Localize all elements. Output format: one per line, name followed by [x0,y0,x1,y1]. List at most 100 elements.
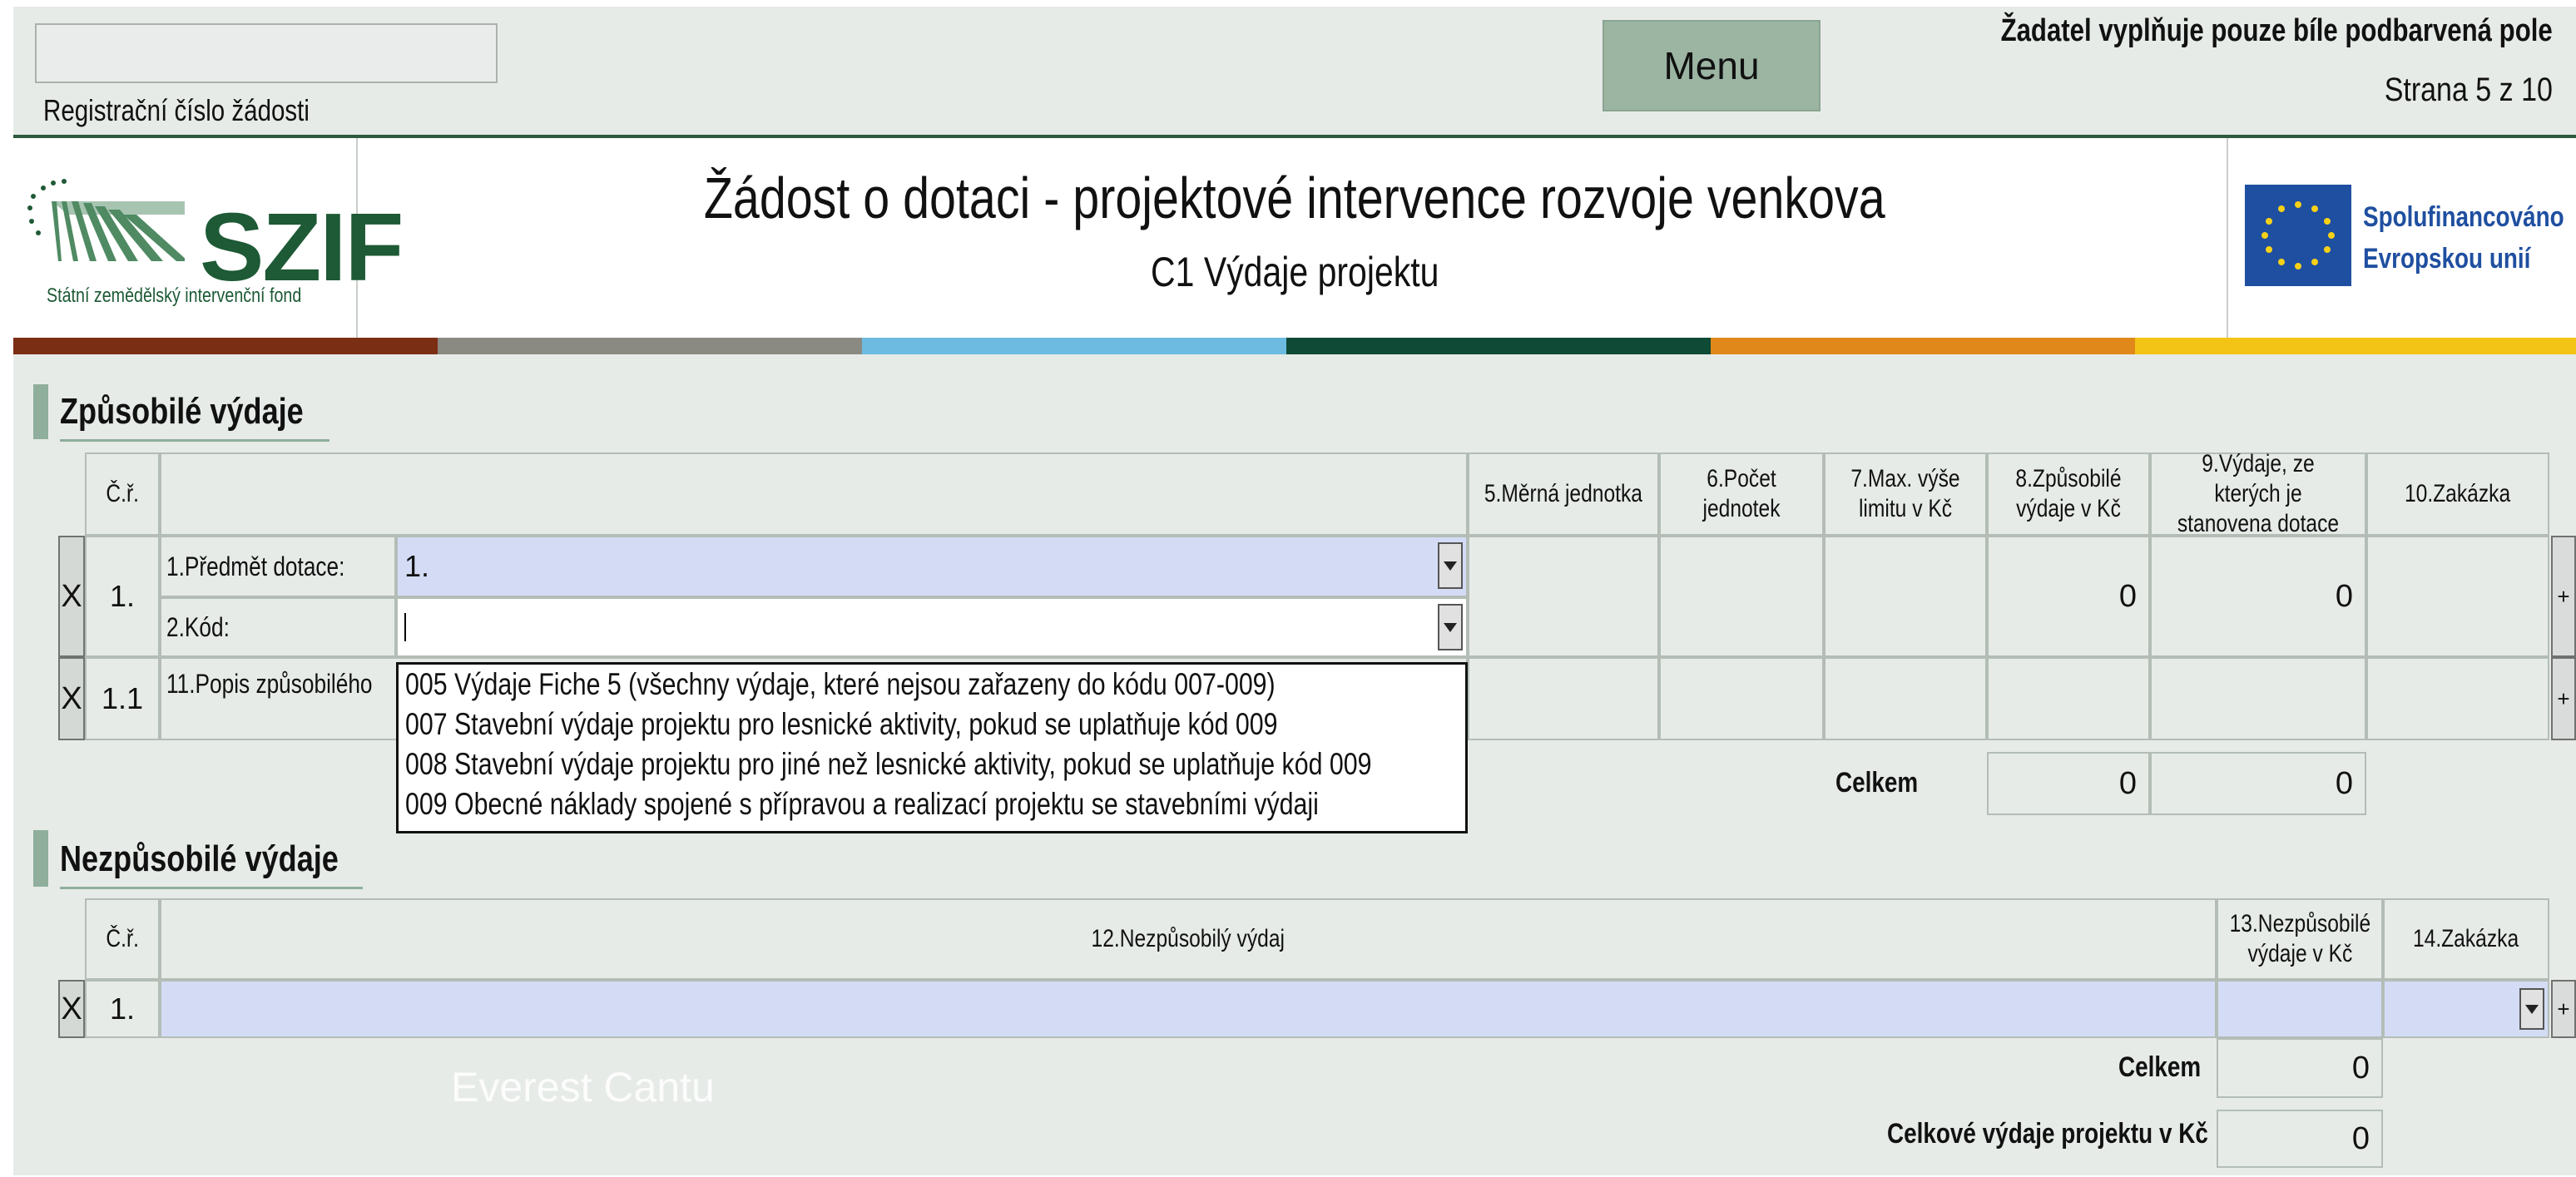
delete-row-1-1-button[interactable]: X [58,657,85,740]
page-title-text: Žádost o dotaci - projektové intervence … [704,166,1885,230]
code-dropdown-arrow-icon[interactable] [1438,604,1463,650]
code-option-008[interactable]: 008 Stavební výdaje projektu pro jiné ne… [399,744,1465,784]
ineligible-col-header-cr: Č.ř. [85,898,160,980]
code-select[interactable] [396,597,1468,657]
szif-field-icon [27,179,185,261]
row-1-1-max-limit [1824,657,1987,740]
menu-button[interactable]: Menu [1603,20,1821,111]
page-indicator: Strana 5 z 10 [2355,72,2553,109]
ineligible-col-header-amount: 13.Nezpůsobilé výdaje v Kč [2217,898,2383,980]
subject-label-cell: 1.Předmět dotace: [160,536,396,597]
row-1-subsidy-value: 0 [2150,536,2366,657]
row-1-1-count [1659,657,1824,740]
col-header-cr-text: Č.ř. [106,480,139,507]
ineligible-expense-field[interactable] [160,980,2217,1038]
ineligible-total-value: 0 [2217,1038,2383,1098]
col-header-order: 10.Zakázka [2366,453,2549,536]
row-1-number-cell: 1. [85,536,160,657]
col-header-eligible-text: 8.Způsobilé výdaje v Kč [2015,465,2122,522]
subject-select[interactable]: 1. [396,536,1468,597]
stripe-5 [1711,338,2135,354]
add-row-1-1-button[interactable]: + [2551,657,2576,740]
col-header-subsidy-base-text: 9.Výdaje, ze kterých je stanovena dotace [2177,450,2340,537]
subject-dropdown-arrow-icon[interactable] [1438,542,1463,589]
stripe-4 [1286,338,1711,354]
col-header-subsidy-base: 9.Výdaje, ze kterých je stanovena dotace [2150,450,2366,537]
code-option-007-text: 007 Stavební výdaje projektu pro lesnick… [405,707,1278,741]
ineligible-row-1-number-cell: 1. [85,980,160,1038]
delete-ineligible-row-1-button[interactable]: X [58,980,85,1038]
row-1-number: 1. [109,579,136,613]
delete-row-1-button[interactable]: X [58,536,85,657]
eu-flag-icon [2245,185,2351,286]
row-1-1-unit [1468,657,1659,740]
col-header-max-limit-text: 7.Max. výše limitu v Kč [1850,465,1960,522]
ineligible-row-1-number: 1. [109,992,136,1026]
row-1-1-eligible [1987,657,2150,740]
description-label: 11.Popis způsobilého [166,669,373,699]
ineligible-col-header-amount-text: 13.Nezpůsobilé výdaje v Kč [2229,910,2370,967]
code-option-009[interactable]: 009 Obecné náklady spojené s přípravou a… [399,784,1465,824]
eligible-total-label: Celkem [1835,767,1936,799]
col-header-max-limit: 7.Max. výše limitu v Kč [1824,453,1987,536]
applicant-note: Žadatel vyplňuje pouze bíle podbarvená p… [1880,13,2553,49]
ineligible-section-underline [60,887,363,889]
page-indicator-text: Strana 5 z 10 [2384,72,2553,108]
stripe-1 [13,338,438,354]
ineligible-total-label-text: Celkem [2118,1051,2202,1083]
code-dropdown-list: 005 Výdaje Fiche 5 (všechny výdaje, kter… [396,662,1468,833]
subject-select-value: 1. [404,549,430,583]
eu-text-line2: Evropskou unií [2363,243,2531,274]
registration-number-field[interactable] [35,23,498,83]
code-option-005-text: 005 Výdaje Fiche 5 (všechny výdaje, kter… [405,667,1276,701]
col-header-unit: 5.Měrná jednotka [1468,453,1659,536]
eu-cofinanced-text: Spolufinancováno Evropskou unií [2363,196,2564,279]
col-header-cr: Č.ř. [85,453,160,536]
grand-total-label-text: Celkové výdaje projektu v Kč [1887,1118,2208,1150]
page-title: Žádost o dotaci - projektové intervence … [363,165,2227,231]
eligible-total-label-text: Celkem [1835,767,1919,799]
eligible-total-value: 0 [1987,752,2150,815]
subsidy-total-value: 0 [2150,752,2366,815]
row-1-order[interactable] [2366,536,2549,657]
code-label-cell: 2.Kód: [160,597,396,657]
code-label: 2.Kód: [166,611,230,642]
row-1-count[interactable] [1659,536,1824,657]
ineligible-total-label: Celkem [2118,1051,2219,1084]
page-subtitle-text: C1 Výdaje projektu [1150,249,1439,295]
row-1-1-order [2366,657,2549,740]
page-subtitle: C1 Výdaje projektu [363,248,2227,296]
ineligible-col-header-expense-text: 12.Nezpůsobilý výdaj [1091,925,1286,952]
col-header-eligible: 8.Způsobilé výdaje v Kč [1987,453,2150,536]
eligible-section-accent [33,384,48,439]
col-header-count: 6.Počet jednotek [1659,453,1824,536]
code-option-009-text: 009 Obecné náklady spojené s přípravou a… [405,787,1319,821]
code-option-005[interactable]: 005 Výdaje Fiche 5 (všechny výdaje, kter… [399,665,1465,705]
col-header-order-text: 10.Zakázka [2405,480,2511,507]
applicant-note-text: Žadatel vyplňuje pouze bíle podbarvená p… [2000,13,2553,48]
code-option-007[interactable]: 007 Stavební výdaje projektu pro lesnick… [399,705,1465,744]
ineligible-col-header-expense: 12.Nezpůsobilý výdaj [160,898,2217,980]
add-row-1-button[interactable]: + [2551,536,2576,657]
eu-text-line1: Spolufinancováno [2363,201,2564,233]
row-1-max-limit [1824,536,1987,657]
col-header-unit-text: 5.Měrná jednotka [1484,480,1643,507]
ineligible-amount-field[interactable] [2217,980,2383,1038]
row-1-1-subsidy [2150,657,2366,740]
watermark-text: Everest Cantu [451,1064,715,1110]
stripe-2 [438,338,862,354]
eligible-section-underline [60,439,329,442]
stripe-3 [862,338,1286,354]
form-page: Registrační číslo žádosti Menu Žadatel v… [13,7,2576,1175]
ineligible-section-title: Nezpůsobilé výdaje [60,838,339,879]
row-1-1-number-cell: 1.1 [85,657,160,740]
code-option-008-text: 008 Stavební výdaje projektu pro jiné ne… [405,747,1372,781]
add-ineligible-row-button[interactable]: + [2551,980,2576,1038]
ineligible-section-accent [33,830,48,887]
row-1-unit[interactable] [1468,536,1659,657]
ineligible-col-header-order-text: 14.Zakázka [2413,925,2519,952]
ineligible-order-dropdown-arrow-icon[interactable] [2519,988,2544,1030]
row-1-1-number: 1.1 [101,681,144,715]
subject-label: 1.Předmět dotace: [166,551,345,581]
text-cursor [404,613,406,641]
